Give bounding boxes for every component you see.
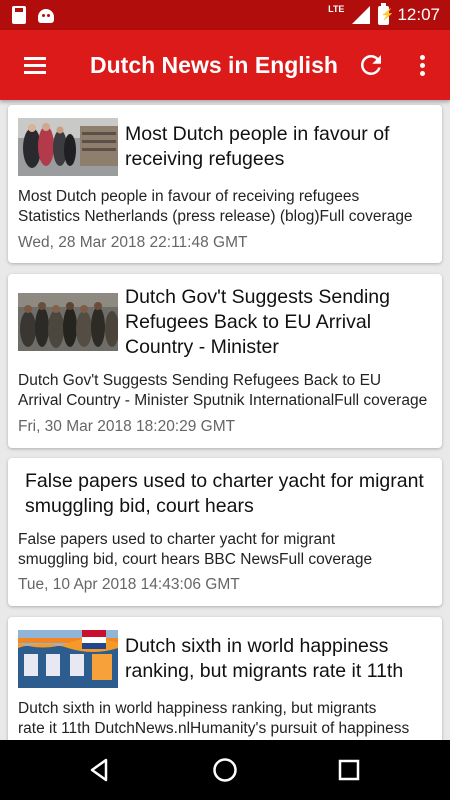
recents-icon [338, 759, 360, 781]
battery-charging-icon: ⚡ [378, 2, 394, 25]
more-vert-icon [419, 54, 425, 60]
article-thumbnail [18, 630, 118, 688]
android-icon [38, 6, 54, 24]
article-description: Most Dutch people in favour of receiving… [18, 188, 413, 225]
article-description: Dutch Gov't Suggests Sending Refugees Ba… [18, 372, 428, 409]
news-card[interactable]: Most Dutch people in favour of receiving… [8, 105, 442, 263]
article-date: Tue, 10 Apr 2018 14:43:06 GMT [18, 576, 240, 593]
article-description: False papers used to charter yacht for m… [18, 531, 373, 568]
article-description: Dutch sixth in world happiness ranking, … [18, 700, 410, 737]
article-date: Fri, 30 Mar 2018 18:20:29 GMT [18, 418, 236, 435]
news-feed[interactable]: Most Dutch people in favour of receiving… [0, 100, 450, 740]
network-type-label: LTE [328, 3, 345, 14]
article-title[interactable]: Most Dutch people in favour of receiving… [125, 122, 430, 172]
more-options-button[interactable] [410, 50, 434, 80]
app-bar: Dutch News in English [0, 30, 450, 100]
home-icon [213, 758, 237, 782]
back-button[interactable] [84, 755, 114, 785]
recents-button[interactable] [334, 755, 364, 785]
article-title[interactable]: False papers used to charter yacht for m… [25, 469, 430, 519]
status-bar: LTE ⚡ 12:07 [0, 0, 450, 30]
sd-card-icon [12, 6, 26, 24]
news-card[interactable]: False papers used to charter yacht for m… [8, 458, 442, 606]
article-date: Wed, 28 Mar 2018 22:11:48 GMT [18, 234, 248, 251]
signal-icon [352, 6, 371, 24]
article-title[interactable]: Dutch Gov't Suggests Sending Refugees Ba… [125, 285, 430, 360]
app-title: Dutch News in English [90, 52, 338, 78]
refresh-icon [361, 54, 381, 75]
menu-button[interactable] [14, 50, 56, 80]
article-thumbnail [18, 118, 118, 176]
clock: 12:07 [397, 5, 440, 24]
article-title[interactable]: Dutch sixth in world happiness ranking, … [125, 634, 430, 684]
news-card[interactable]: Dutch sixth in world happiness ranking, … [8, 617, 442, 740]
menu-icon [24, 56, 46, 60]
system-nav-bar [0, 740, 450, 800]
home-button[interactable] [210, 755, 240, 785]
back-icon [90, 758, 108, 782]
article-thumbnail [18, 293, 118, 351]
refresh-button[interactable] [356, 50, 386, 80]
news-card[interactable]: Dutch Gov't Suggests Sending Refugees Ba… [8, 274, 442, 448]
